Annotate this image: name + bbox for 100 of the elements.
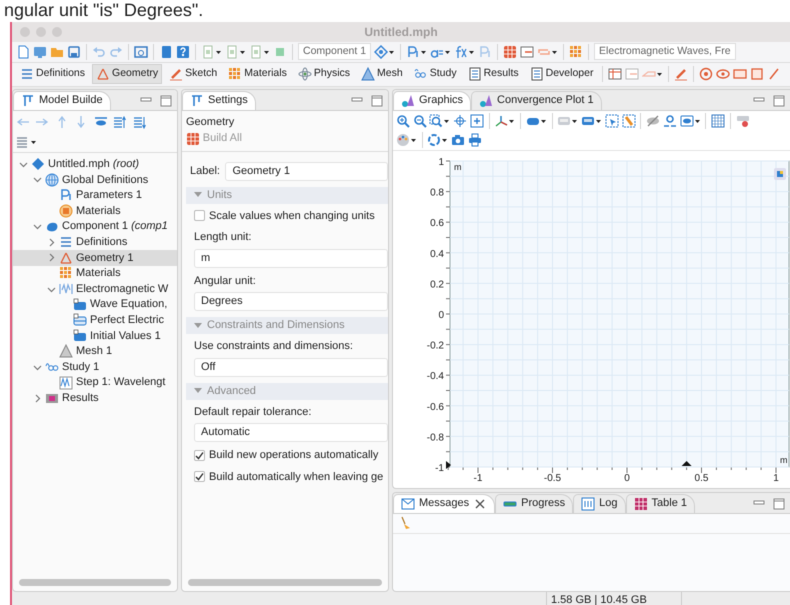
expand-chevron-icon[interactable] (33, 175, 42, 184)
rectangle-icon[interactable] (733, 67, 748, 81)
document-icon[interactable] (249, 44, 270, 58)
broom-icon[interactable] (398, 516, 412, 530)
maximize-icon[interactable] (159, 94, 173, 108)
materials-icon[interactable] (569, 44, 584, 58)
ellipse-icon[interactable] (716, 67, 730, 81)
scrollbar[interactable] (19, 578, 171, 586)
ribbon-tab[interactable]: Study (410, 64, 461, 84)
checkbox[interactable] (194, 450, 205, 461)
table-icon[interactable] (608, 67, 622, 81)
axis-tick-label: 0.5 (694, 472, 708, 484)
tree-item[interactable]: Initial Values 1 (13, 328, 177, 344)
tree-item[interactable]: Materials (13, 266, 177, 282)
maximize-icon[interactable] (772, 94, 786, 108)
select-box-icon[interactable] (604, 114, 619, 128)
materials-icon (59, 266, 73, 280)
eye-icon[interactable] (680, 114, 700, 128)
circle-icon[interactable] (699, 67, 714, 81)
tree-item[interactable]: Geometry 1 (13, 250, 177, 266)
save-icon[interactable] (67, 44, 81, 58)
refresh-icon[interactable] (427, 133, 448, 147)
checkbox[interactable] (194, 210, 205, 222)
select-field[interactable]: Degrees (194, 292, 388, 311)
close-icon[interactable] (473, 496, 488, 510)
checkbox[interactable] (194, 471, 205, 482)
collapse-chevron-icon[interactable] (47, 253, 56, 262)
help-icon[interactable] (176, 44, 190, 58)
ribbon-tab[interactable]: Materials (224, 64, 291, 84)
panel-tab[interactable]: Progress (495, 494, 574, 512)
select-field[interactable]: m (194, 248, 388, 268)
tree-item[interactable]: Global Definitions (13, 172, 177, 188)
list-down-icon[interactable] (132, 114, 147, 128)
panel-tab[interactable]: Messages (393, 494, 496, 512)
tree-item[interactable]: Parameters 1 (13, 188, 177, 204)
zoom-out-icon[interactable] (412, 114, 426, 128)
panel-icon[interactable] (520, 44, 534, 58)
pencil-icon[interactable] (674, 67, 688, 81)
document-icon[interactable] (201, 44, 222, 58)
document-icon[interactable] (225, 44, 246, 58)
panel-tab[interactable]: Convergence Plot 1 (471, 90, 602, 110)
panel-tab[interactable]: Graphics (393, 90, 472, 110)
physics-dropdown[interactable]: Electromagnetic Waves, Fre (594, 43, 736, 60)
label-field[interactable]: Geometry 1 (225, 162, 388, 180)
person-search-icon[interactable] (662, 114, 677, 128)
camera-icon[interactable] (451, 133, 465, 147)
ribbon-tab[interactable]: Definitions (16, 64, 90, 84)
maximize-icon[interactable] (370, 94, 384, 108)
brush-icon[interactable] (622, 114, 636, 128)
parameter-icon[interactable] (406, 44, 428, 58)
tree-item[interactable]: Perfect Electric (13, 312, 177, 328)
tree-item[interactable]: Step 1: Wavelengt (13, 374, 177, 390)
zoom-in-icon[interactable] (396, 114, 410, 128)
expand-chevron-icon[interactable] (47, 284, 56, 294)
tree-item[interactable]: Definitions (13, 234, 177, 250)
ribbon-tab[interactable]: Geometry (92, 64, 162, 84)
function-icon[interactable] (454, 44, 476, 58)
tree-item[interactable]: Study 1 (13, 359, 177, 375)
tree-item[interactable]: Materials (13, 203, 177, 219)
monitor-icon[interactable] (33, 44, 47, 58)
line-icon[interactable] (767, 67, 782, 81)
ribbon-tab[interactable]: Mesh (357, 64, 407, 84)
expand-chevron-icon[interactable] (33, 362, 42, 372)
ribbon-tab[interactable]: Physics (294, 64, 354, 84)
tree-item[interactable]: Electromagnetic W (13, 281, 177, 297)
window-icon[interactable] (134, 44, 148, 58)
panel-tab[interactable]: Table 1 (626, 494, 696, 512)
square-icon[interactable] (750, 67, 764, 81)
crosshair-icon[interactable] (453, 114, 467, 128)
panel-tab[interactable]: Log (573, 494, 626, 512)
list-up-icon[interactable] (113, 114, 128, 128)
printer-icon[interactable] (468, 133, 482, 147)
grid-icon[interactable] (711, 114, 725, 128)
expand-chevron-icon[interactable] (19, 160, 28, 169)
panel-tab[interactable]: Model Builde (13, 90, 111, 110)
ribbon-tab[interactable]: Sketch (165, 64, 222, 84)
cube-icon[interactable] (774, 168, 786, 180)
book-icon[interactable] (159, 44, 173, 58)
scrollbar[interactable] (188, 578, 382, 586)
ribbon-tab[interactable]: Developer (526, 64, 598, 84)
collapse-chevron-icon[interactable] (47, 238, 56, 247)
tree-item[interactable]: Component 1 (comp1 (13, 218, 177, 234)
maximize-icon[interactable] (772, 496, 786, 510)
select-field[interactable]: Automatic (194, 423, 388, 442)
tree-item[interactable]: Untitled.mph (root) (13, 156, 177, 172)
tree-item[interactable]: Wave Equation, (13, 296, 177, 312)
panel-tab[interactable]: Settings (182, 90, 256, 110)
palette-icon[interactable] (396, 133, 417, 147)
ribbon-tab[interactable]: Results (464, 64, 523, 84)
tree-item[interactable]: Mesh 1 (13, 344, 177, 360)
component-dropdown[interactable]: Component 1 (298, 43, 372, 60)
tree-item[interactable]: Results (13, 390, 177, 406)
axes-icon[interactable] (494, 114, 516, 128)
expand-chevron-icon[interactable] (33, 222, 42, 232)
axis-tick-label: -1 (435, 462, 444, 474)
select-field[interactable]: Off (194, 358, 388, 376)
zoom-box-icon[interactable] (429, 114, 450, 128)
zoom-extents-icon[interactable] (470, 114, 484, 128)
collapse-chevron-icon[interactable] (33, 394, 42, 403)
list-icon[interactable] (16, 135, 37, 149)
